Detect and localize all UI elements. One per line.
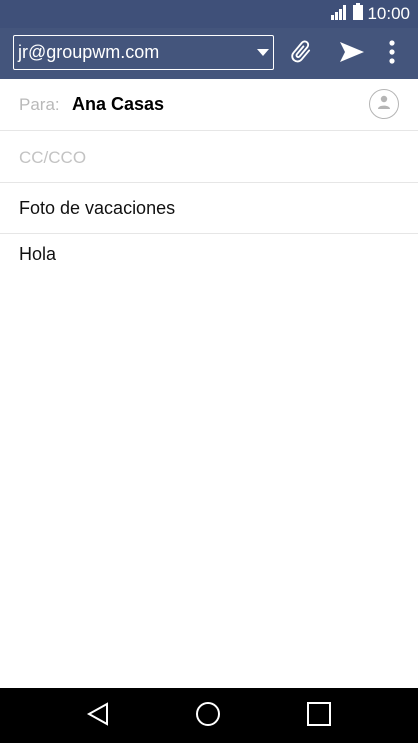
home-icon [194,700,222,733]
recents-icon [306,701,332,732]
attach-icon [287,38,315,71]
cc-field[interactable]: CC/CCO [0,131,418,183]
message-body[interactable]: Hola [19,244,399,265]
to-label: Para: [19,95,60,114]
account-selector[interactable]: jr@groupwm.com [13,35,274,70]
status-icons: 10:00 [331,3,410,25]
home-button[interactable] [192,700,224,732]
status-time: 10:00 [367,4,410,23]
cc-placeholder: CC/CCO [19,148,87,167]
recents-button[interactable] [303,700,335,732]
back-button[interactable] [82,700,114,732]
to-recipient[interactable]: Ana Casas [72,94,164,115]
send-icon [338,40,366,69]
send-button[interactable] [334,36,370,72]
person-icon [376,94,392,115]
signal-icon [331,4,349,25]
contact-picker-button[interactable] [369,89,399,119]
back-icon [85,701,111,732]
more-vert-icon [389,39,395,69]
compose-toolbar: jr@groupwm.com [0,28,418,79]
account-value: jr@groupwm.com [18,42,160,62]
attach-button[interactable] [283,36,319,72]
status-bar: 10:00 [0,0,418,28]
system-nav-bar [0,688,418,743]
more-options-button[interactable] [377,36,407,72]
to-field[interactable]: Para: Ana Casas [0,79,418,131]
subject-field[interactable]: Foto de vacaciones [0,183,418,234]
dropdown-caret-icon [257,49,269,56]
subject-text: Foto de vacaciones [19,198,176,218]
battery-icon [353,3,364,25]
